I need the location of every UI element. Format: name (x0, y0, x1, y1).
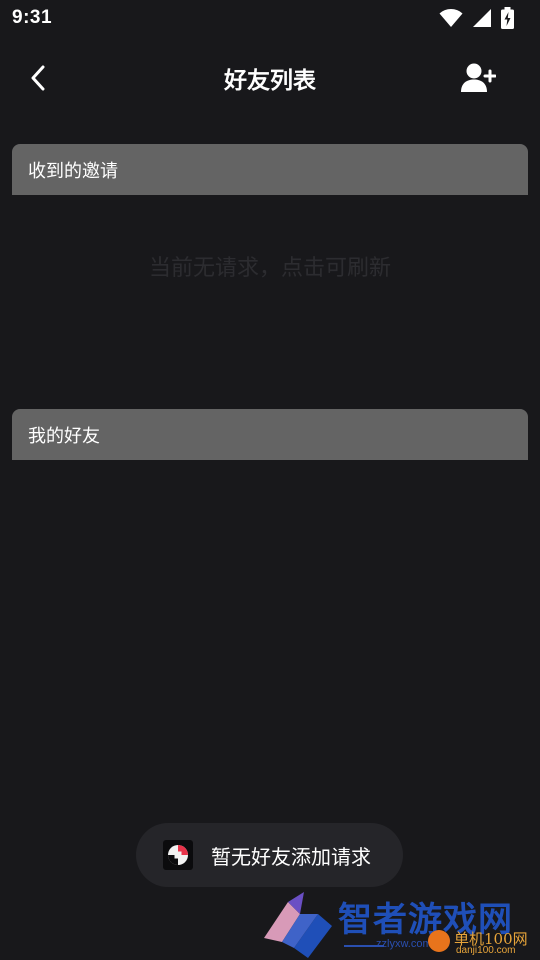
app-logo-icon (163, 840, 193, 870)
battery-charging-icon (501, 7, 514, 29)
toast-message: 暂无好友添加请求 (211, 844, 371, 869)
chevron-left-icon (31, 65, 45, 91)
watermark-logo (264, 892, 332, 958)
add-user-icon (461, 63, 496, 92)
watermark-secondary-logo (428, 930, 450, 952)
watermark-secondary-url: danji100.com (456, 945, 516, 956)
toast: 暂无好友添加请求 (136, 823, 403, 887)
refresh-requests-hint[interactable]: 当前无请求，点击可刷新 (12, 240, 528, 292)
wifi-icon (439, 9, 463, 27)
add-friend-button[interactable] (458, 60, 498, 96)
status-bar: 9:31 (0, 0, 540, 36)
watermark-secondary: 单机100网 danji100.com (424, 926, 540, 960)
back-button[interactable] (22, 58, 54, 98)
cell-signal-icon (473, 9, 491, 27)
app-bar: 好友列表 (0, 48, 540, 108)
watermark: 智者游戏网 zzlyxw.com 单机100网 danji100.com (256, 890, 540, 960)
status-icons (439, 7, 514, 29)
my-friends-header: 我的好友 (12, 409, 528, 460)
status-time: 9:31 (12, 7, 53, 28)
received-invitations-header: 收到的邀请 (12, 144, 528, 195)
